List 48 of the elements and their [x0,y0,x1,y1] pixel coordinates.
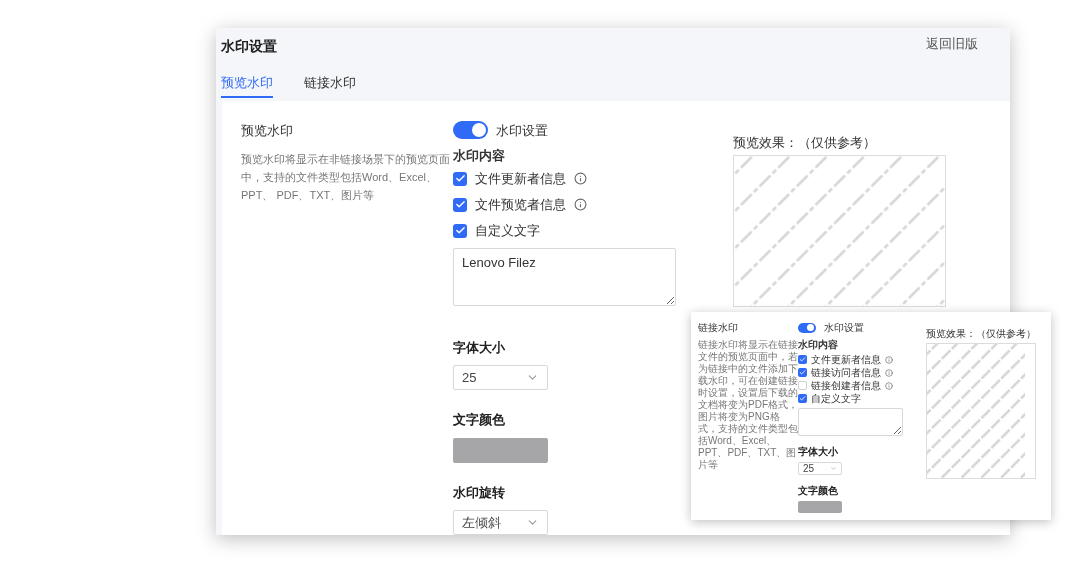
color-swatch[interactable] [453,437,548,463]
field-label: 文字颜色 [453,411,505,429]
checkbox-label: 自定义文字 [475,221,540,240]
checkbox-label: 文件更新者信息 [811,353,881,367]
checkbox[interactable] [798,394,807,403]
content-heading: 水印内容 [453,147,506,165]
back-link[interactable]: 返回旧版 [926,34,978,57]
toggle-switch[interactable] [453,121,488,140]
custom-text-field[interactable]: Lenovo Filez [453,247,676,306]
field-label: 字体大小 [798,445,838,459]
tab[interactable]: 预览水印 [221,73,273,98]
info-icon[interactable] [885,381,893,390]
checkbox[interactable] [798,368,807,377]
dropdown[interactable]: 25 [453,365,548,390]
chevron-down-icon [830,465,837,472]
dropdown[interactable]: 左倾斜 [453,510,548,535]
checkbox-label: 文件预览者信息 [475,195,566,214]
custom-text-field[interactable] [798,408,903,436]
checkbox[interactable] [453,223,467,238]
content-heading: 水印内容 [798,338,839,351]
checkbox[interactable] [798,355,807,364]
page-title: 水印设置 [221,37,277,56]
info-icon[interactable] [574,198,587,211]
field-label: 字体大小 [453,338,505,357]
preview-label: 预览效果：（仅供参考） [926,327,1036,341]
section-description: 预览水印将显示在非链接场景下的预览页面中，支持的文件类型包括Word、Excel、PPT、 PDF、TXT、图片等 [241,152,451,203]
color-swatch[interactable] [798,501,842,513]
checkbox-label: 自定义文字 [811,392,861,406]
checkbox[interactable] [453,171,467,186]
checkbox-label: 链接创建者信息 [811,379,881,393]
section-description: 链接水印将显示在链接文件的预览页面中，若为链接中的文件添加下载水印，可在创建链接时设置，设置后下载的文档将变为PDF格式，图片将变为PNG格式，支持的文件类型包括Word、Excel、PPT、PDF、TXT、图片等 [698,339,798,471]
toggle-label: 水印设置 [496,121,548,140]
checkbox-label: 文件更新者信息 [475,169,566,188]
tab[interactable]: 链接水印 [304,73,356,98]
section-title: 预览水印 [241,121,294,140]
toggle-label: 水印设置 [824,321,864,335]
checkbox-label: 链接访问者信息 [811,366,881,380]
preview-label: 预览效果：（仅供参考） [733,133,877,152]
info-icon[interactable] [885,368,893,377]
toggle-switch[interactable] [798,322,816,333]
info-icon[interactable] [574,172,587,185]
dropdown[interactable]: 25 [798,462,842,475]
field-label: 水印旋转 [453,483,505,502]
checkbox[interactable] [453,197,467,212]
checkbox[interactable] [798,381,807,390]
field-label: 文字颜色 [798,484,838,498]
info-icon[interactable] [885,355,893,364]
section-title: 链接水印 [698,321,739,335]
